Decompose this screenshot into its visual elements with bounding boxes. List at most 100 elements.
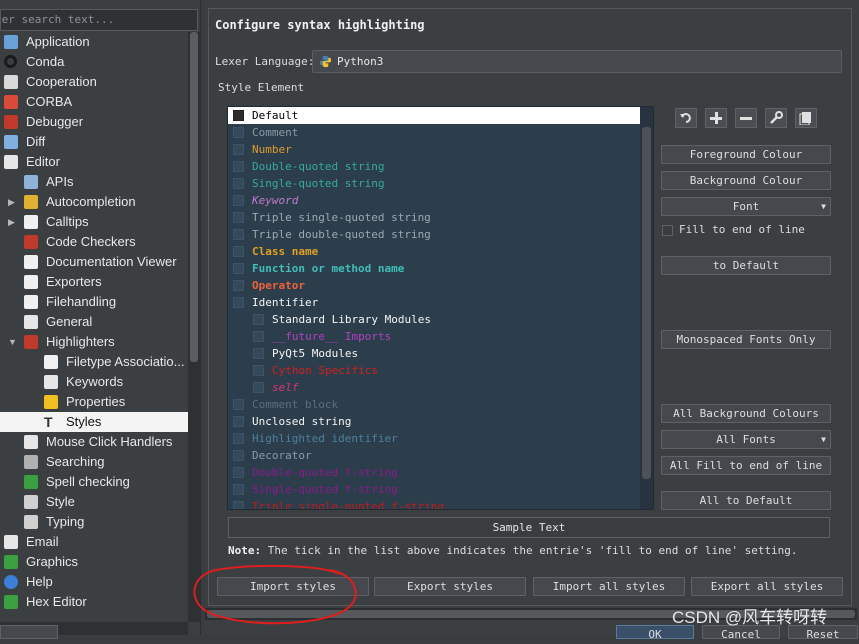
fill-to-end-checkbox[interactable] (233, 263, 244, 274)
all-to-default-button[interactable]: All to Default (661, 491, 831, 510)
style-element-row[interactable]: Highlighted identifier (228, 430, 653, 447)
all-background-colours-button[interactable]: All Background Colours (661, 404, 831, 423)
tree-item-searching[interactable]: Searching (0, 452, 188, 472)
lexer-language-combo[interactable]: Python3 (312, 50, 842, 73)
tree-item-apis[interactable]: APIs (0, 172, 188, 192)
tree-item-styles[interactable]: T Styles (0, 412, 188, 432)
foreground-colour-button[interactable]: Foreground Colour (661, 145, 831, 164)
fill-to-end-checkbox[interactable] (233, 280, 244, 291)
tree-item-application[interactable]: Application (0, 32, 188, 52)
tree-item-debugger[interactable]: Debugger (0, 112, 188, 132)
tree-item-hex-editor[interactable]: Hex Editor (0, 592, 188, 612)
style-element-list[interactable]: Default Comment Number Double-quoted string… (227, 106, 654, 510)
tree-item-email[interactable]: Email (0, 532, 188, 552)
style-element-row[interactable]: Decorator (228, 447, 653, 464)
fill-to-end-checkbox[interactable] (233, 416, 244, 427)
tree-item-conda[interactable]: Conda (0, 52, 188, 72)
chevron-right-icon[interactable]: ▶ (8, 212, 18, 232)
fill-to-end-checkbox[interactable] (233, 127, 244, 138)
fill-to-end-checkbox[interactable] (233, 229, 244, 240)
style-element-row[interactable]: __future__ Imports (228, 328, 653, 345)
style-element-row[interactable]: Comment block (228, 396, 653, 413)
edit-button[interactable] (765, 108, 787, 128)
tree-search-input[interactable]: ter search text... (0, 9, 198, 31)
fill-to-end-checkbox[interactable] (662, 225, 673, 236)
fill-to-end-checkbox[interactable] (233, 161, 244, 172)
remove-button[interactable] (735, 108, 757, 128)
style-element-row[interactable]: Single-quoted string (228, 175, 653, 192)
monospaced-fonts-only-button[interactable]: Monospaced Fonts Only (661, 330, 831, 349)
tree-item-corba[interactable]: CORBA (0, 92, 188, 112)
tree-item-general[interactable]: General (0, 312, 188, 332)
tree-item-exporters[interactable]: Exporters (0, 272, 188, 292)
tree-item-keywords[interactable]: Keywords (0, 372, 188, 392)
fill-to-end-checkbox[interactable] (233, 246, 244, 257)
undo-button[interactable] (675, 108, 697, 128)
tree-bottom-button[interactable] (0, 625, 58, 639)
style-element-row[interactable]: Standard Library Modules (228, 311, 653, 328)
fill-to-end-checkbox[interactable] (233, 467, 244, 478)
tree-item-documentation-viewer[interactable]: Documentation Viewer (0, 252, 188, 272)
tree-item-filehandling[interactable]: Filehandling (0, 292, 188, 312)
tree-item-filetype-associatio[interactable]: Filetype Associatio... (0, 352, 188, 372)
fill-to-end-checkbox[interactable] (233, 484, 244, 495)
tree-item-properties[interactable]: Properties (0, 392, 188, 412)
export-all-styles-button[interactable]: Export all styles (691, 577, 843, 596)
style-element-row[interactable]: Double-quoted f-string (228, 464, 653, 481)
tree-item-autocompletion[interactable]: ▶ Autocompletion (0, 192, 188, 212)
style-element-row[interactable]: Cython Specifics (228, 362, 653, 379)
chevron-right-icon[interactable]: ▶ (8, 192, 18, 212)
import-styles-button[interactable]: Import styles (217, 577, 369, 596)
fill-to-end-checkbox[interactable] (253, 348, 264, 359)
style-element-row[interactable]: Double-quoted string (228, 158, 653, 175)
fill-to-end-checkbox[interactable] (233, 433, 244, 444)
fill-to-end-checkbox[interactable] (233, 144, 244, 155)
style-element-row[interactable]: Triple single-quoted f-string (228, 498, 653, 509)
add-button[interactable] (705, 108, 727, 128)
fill-to-end-checkbox[interactable] (253, 314, 264, 325)
tree-item-diff[interactable]: Diff (0, 132, 188, 152)
fill-to-end-checkbox[interactable] (253, 382, 264, 393)
style-element-row[interactable]: Keyword (228, 192, 653, 209)
style-element-row[interactable]: Class name (228, 243, 653, 260)
export-styles-button[interactable]: Export styles (374, 577, 526, 596)
style-element-row[interactable]: Comment (228, 124, 653, 141)
font-button[interactable]: Font ▼ (661, 197, 831, 216)
tree-item-editor[interactable]: Editor (0, 152, 188, 172)
style-element-row[interactable]: Triple double-quoted string (228, 226, 653, 243)
tree-item-cooperation[interactable]: Cooperation (0, 72, 188, 92)
style-element-row[interactable]: Number (228, 141, 653, 158)
to-default-button[interactable]: to Default (661, 256, 831, 275)
fill-to-end-checkbox[interactable] (233, 297, 244, 308)
style-element-row[interactable]: self (228, 379, 653, 396)
copy-button[interactable] (795, 108, 817, 128)
all-fonts-button[interactable]: All Fonts ▼ (661, 430, 831, 449)
style-list-scrollbar[interactable] (640, 107, 653, 509)
fill-to-end-checkbox[interactable] (233, 212, 244, 223)
fill-to-end-checkbox[interactable] (233, 178, 244, 189)
fill-to-end-checkbox[interactable] (233, 501, 244, 509)
import-all-styles-button[interactable]: Import all styles (533, 577, 685, 596)
fill-to-end-checkbox[interactable] (233, 195, 244, 206)
background-colour-button[interactable]: Background Colour (661, 171, 831, 190)
style-element-row[interactable]: Triple single-quoted string (228, 209, 653, 226)
tree-item-code-checkers[interactable]: Code Checkers (0, 232, 188, 252)
fill-to-end-checkbox[interactable] (253, 365, 264, 376)
fill-to-end-checkbox[interactable] (233, 450, 244, 461)
tree-item-help[interactable]: Help (0, 572, 188, 592)
style-element-row[interactable]: Function or method name (228, 260, 653, 277)
fill-to-end-checkbox[interactable] (233, 110, 244, 121)
tree-vertical-scrollbar[interactable] (188, 32, 200, 622)
style-element-row[interactable]: Unclosed string (228, 413, 653, 430)
tree-item-spell-checking[interactable]: Spell checking (0, 472, 188, 492)
all-fill-to-end-button[interactable]: All Fill to end of line (661, 456, 831, 475)
tree-item-highlighters[interactable]: ▼ Highlighters (0, 332, 188, 352)
style-element-row[interactable]: Default (228, 107, 640, 124)
tree-item-calltips[interactable]: ▶ Calltips (0, 212, 188, 232)
style-element-row[interactable]: Operator (228, 277, 653, 294)
chevron-down-icon[interactable]: ▼ (8, 332, 18, 352)
tree-item-mouse-click-handlers[interactable]: Mouse Click Handlers (0, 432, 188, 452)
fill-to-end-checkbox[interactable] (233, 399, 244, 410)
style-element-row[interactable]: Identifier (228, 294, 653, 311)
style-element-row[interactable]: PyQt5 Modules (228, 345, 653, 362)
